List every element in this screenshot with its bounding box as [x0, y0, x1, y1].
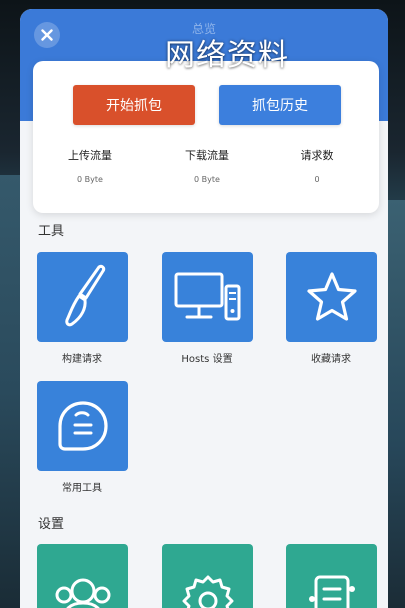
- brush-icon: [64, 264, 105, 327]
- background-left: [0, 175, 20, 608]
- tile-label: 收藏请求: [311, 354, 351, 365]
- background-right: [388, 200, 405, 608]
- stat-value: 0 Byte: [194, 175, 220, 184]
- users-settings-tile[interactable]: [37, 544, 128, 608]
- stats-card: 开始抓包 抓包历史 上传流量 0 Byte 下载流量 0 Byte 请求数 0: [33, 61, 379, 213]
- document-icon: [308, 575, 355, 608]
- common-tools-tile[interactable]: [37, 381, 128, 471]
- gear-settings-tile[interactable]: [162, 544, 253, 608]
- start-capture-button[interactable]: 开始抓包: [73, 85, 195, 125]
- watermark-text: 网络资料: [165, 38, 289, 73]
- stat-value: 0 Byte: [77, 175, 103, 184]
- tile-label: 构建请求: [62, 354, 102, 365]
- download-traffic-stat: 下载流量 0 Byte: [157, 147, 257, 184]
- tile-label: Hosts 设置: [181, 354, 233, 365]
- close-button[interactable]: [34, 22, 60, 48]
- tools-icon: [57, 401, 108, 451]
- stat-label: 请求数: [300, 149, 334, 162]
- stat-label: 下载流量: [185, 149, 229, 162]
- settings-section-title: 设置: [38, 517, 65, 532]
- app-window: 总览 开始抓包 抓包历史 上传流量 0 Byte 下载流量 0 Byte 请求数…: [20, 9, 388, 608]
- favorite-requests-tile[interactable]: [286, 252, 377, 342]
- build-request-tile[interactable]: [37, 252, 128, 342]
- upload-traffic-stat: 上传流量 0 Byte: [40, 147, 140, 184]
- tools-section-title: 工具: [38, 224, 65, 239]
- capture-history-button[interactable]: 抓包历史: [219, 85, 341, 125]
- tile-label: 常用工具: [62, 483, 102, 494]
- document-settings-tile[interactable]: [286, 544, 377, 608]
- close-icon: [41, 29, 53, 41]
- computer-icon: [174, 272, 240, 321]
- users-icon: [55, 578, 110, 608]
- stat-value: 0: [314, 175, 320, 184]
- gear-icon: [182, 575, 233, 608]
- star-icon: [306, 272, 357, 321]
- hosts-settings-tile[interactable]: [162, 252, 253, 342]
- stat-label: 上传流量: [68, 149, 112, 162]
- request-count-stat: 请求数 0: [267, 147, 367, 184]
